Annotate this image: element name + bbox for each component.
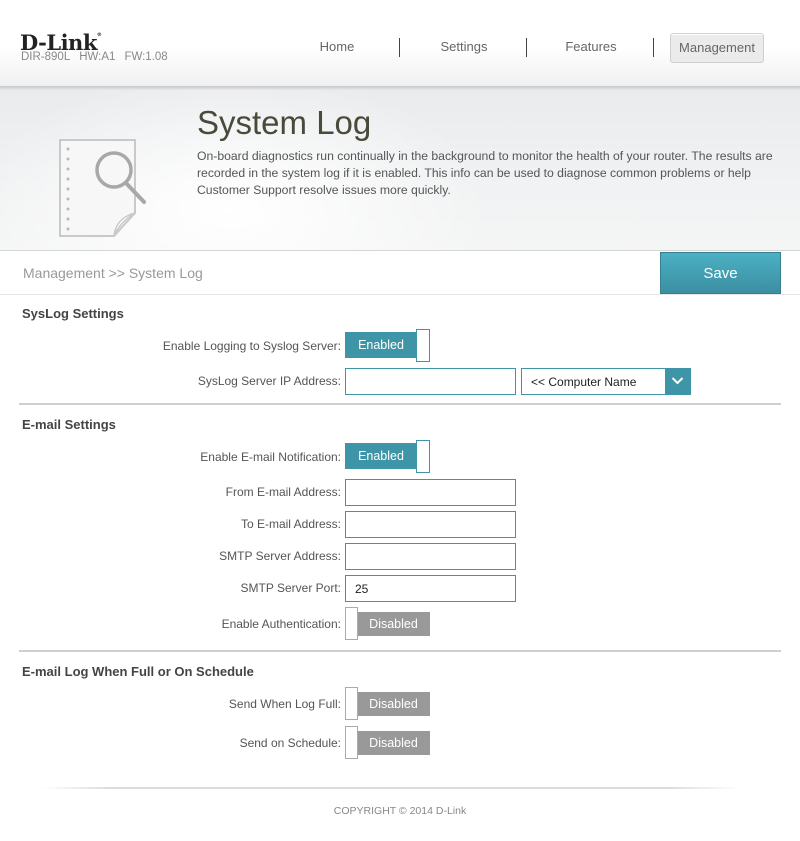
save-button[interactable]: Save bbox=[660, 252, 781, 294]
label-send-when-full: Send When Log Full: bbox=[228, 697, 341, 711]
syslog-ip-input[interactable] bbox=[345, 368, 516, 395]
document-search-icon bbox=[59, 139, 146, 237]
toggle-enable-authentication[interactable]: Disabled bbox=[345, 607, 431, 640]
label-syslog-ip: SysLog Server IP Address: bbox=[197, 374, 341, 388]
model-number: DIR-890L bbox=[21, 51, 71, 63]
hardware-version: HW:A1 bbox=[79, 51, 116, 63]
computer-name-select[interactable]: << Computer Name bbox=[521, 368, 691, 395]
toggle-knob bbox=[416, 329, 430, 362]
breadcrumb: Management >> System Log bbox=[23, 265, 203, 281]
to-email-input[interactable] bbox=[345, 511, 516, 538]
toggle-knob bbox=[345, 687, 358, 720]
toggle-state: Disabled bbox=[357, 692, 430, 716]
nav-separator bbox=[526, 38, 527, 57]
toggle-state: Disabled bbox=[357, 612, 430, 636]
breadcrumb-bar: Management >> System Log Save bbox=[0, 251, 800, 295]
label-send-on-schedule: Send on Schedule: bbox=[239, 736, 341, 750]
toggle-knob bbox=[416, 440, 430, 473]
nav-management[interactable]: Management bbox=[670, 33, 764, 63]
firmware-version: FW:1.08 bbox=[124, 51, 168, 63]
smtp-port-input[interactable] bbox=[345, 575, 516, 602]
label-from-email: From E-mail Address: bbox=[225, 485, 341, 499]
smtp-address-input[interactable] bbox=[345, 543, 516, 570]
toggle-knob bbox=[345, 726, 358, 759]
section-title-syslog: SysLog Settings bbox=[22, 306, 124, 321]
toggle-send-when-full[interactable]: Disabled bbox=[345, 687, 431, 720]
chevron-down-icon[interactable] bbox=[665, 369, 690, 394]
nav-settings[interactable]: Settings bbox=[425, 33, 503, 63]
toggle-state: Enabled bbox=[345, 443, 417, 469]
label-smtp-port: SMTP Server Port: bbox=[240, 581, 341, 595]
page-hero: System Log On-board diagnostics run cont… bbox=[0, 90, 800, 251]
label-to-email: To E-mail Address: bbox=[240, 517, 341, 531]
select-value: << Computer Name bbox=[531, 375, 637, 389]
nav-features[interactable]: Features bbox=[552, 33, 630, 63]
label-enable-authentication: Enable Authentication: bbox=[221, 617, 341, 631]
toggle-knob bbox=[345, 607, 358, 640]
page-title: System Log bbox=[197, 104, 372, 141]
label-smtp-address: SMTP Server Address: bbox=[219, 549, 341, 563]
section-divider bbox=[19, 403, 781, 405]
top-navigation-bar: D-Link® DIR-890L HW:A1 FW:1.08 Home Settin… bbox=[0, 0, 800, 87]
label-email-notification: Enable E-mail Notification: bbox=[200, 450, 341, 464]
section-title-schedule: E-mail Log When Full or On Schedule bbox=[22, 664, 254, 679]
nav-separator bbox=[399, 38, 400, 57]
nav-home[interactable]: Home bbox=[300, 33, 374, 63]
page-description: On-board diagnostics run continually in … bbox=[197, 149, 773, 197]
footer-divider bbox=[40, 787, 740, 789]
nav-separator bbox=[653, 38, 654, 57]
toggle-send-on-schedule[interactable]: Disabled bbox=[345, 726, 431, 759]
copyright-text: COPYRIGHT © 2014 D-Link bbox=[333, 805, 467, 817]
section-divider bbox=[19, 650, 781, 652]
label-enable-syslog: Enable Logging to Syslog Server: bbox=[162, 339, 341, 353]
toggle-state: Disabled bbox=[357, 731, 430, 755]
toggle-state: Enabled bbox=[345, 332, 417, 358]
device-info: DIR-890L HW:A1 FW:1.08 bbox=[21, 51, 177, 63]
toggle-enable-syslog[interactable]: Enabled bbox=[345, 329, 431, 362]
from-email-input[interactable] bbox=[345, 479, 516, 506]
section-title-email: E-mail Settings bbox=[22, 417, 116, 432]
toggle-email-notification[interactable]: Enabled bbox=[345, 440, 431, 473]
